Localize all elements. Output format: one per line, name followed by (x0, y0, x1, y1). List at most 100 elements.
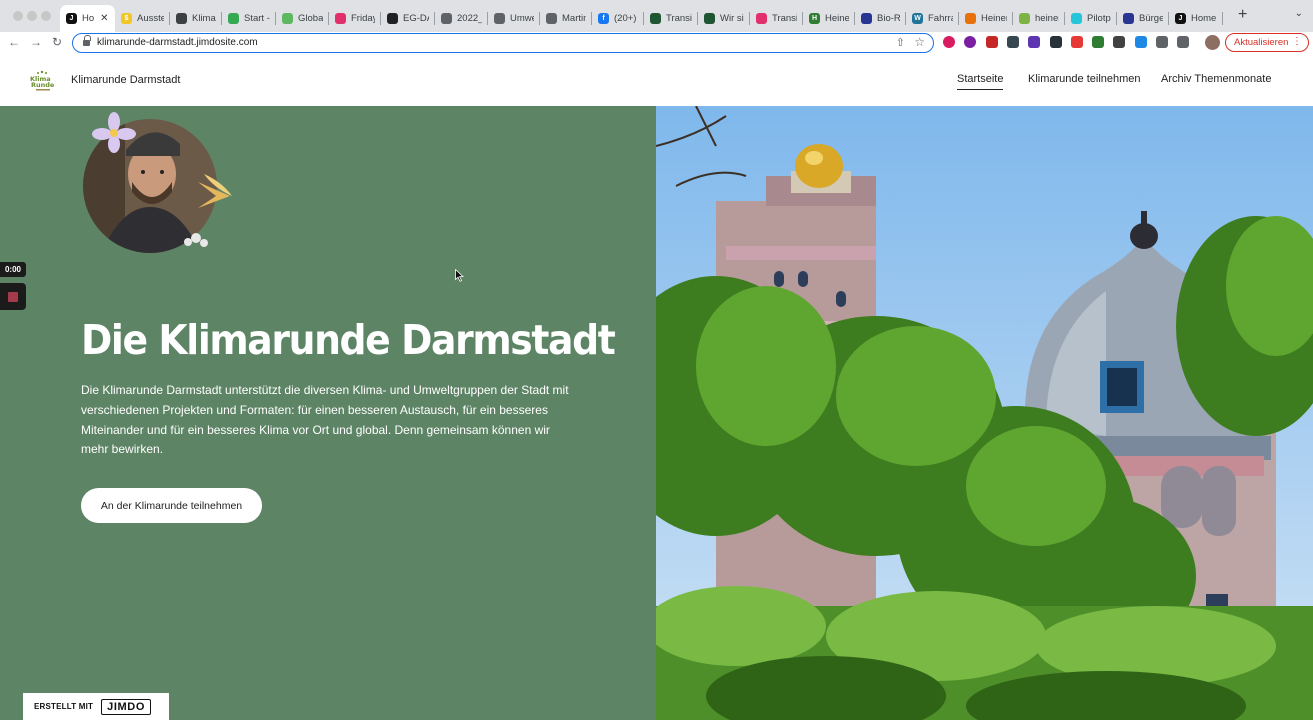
profile-avatar[interactable] (1205, 35, 1220, 50)
extension-icon[interactable] (964, 36, 977, 48)
browser-tab[interactable]: Pilotpr (1065, 5, 1117, 32)
browser-tab[interactable]: Transi (750, 5, 803, 32)
browser-tab[interactable]: Klima (170, 5, 222, 32)
extension-icon[interactable] (1070, 36, 1083, 48)
browser-tab-strip: J Ho ✕ $ Ausste Klima Start - Global Friday EG-DA… (0, 0, 1313, 32)
update-button[interactable]: Aktualisieren ⋮ (1225, 33, 1309, 52)
window-minimize-button[interactable] (27, 11, 37, 21)
jimdo-logo: JIMDO (101, 698, 151, 715)
extension-icon[interactable] (1049, 36, 1062, 48)
close-tab-icon[interactable]: ✕ (100, 13, 108, 24)
stop-recording-button[interactable] (0, 283, 26, 310)
browser-tab-label: 2022_ (457, 13, 482, 24)
browser-tab[interactable]: Bürge (1117, 5, 1169, 32)
back-icon[interactable]: ← (8, 35, 20, 49)
browser-tab[interactable]: 2022_ (435, 5, 488, 32)
globe-icon (494, 13, 505, 24)
browser-tab-label: Ho (82, 13, 95, 24)
browser-tab-label: Pilotpr (1087, 13, 1111, 24)
address-bar[interactable]: klimarunde-darmstadt.jimdosite.com ⇧ ☆ (72, 33, 934, 53)
klimarunde-logo[interactable]: Klima Runde (28, 68, 56, 92)
browser-tab-label: Klima (192, 13, 216, 24)
browser-tab-label: Heiner (981, 13, 1007, 24)
browser-tab[interactable]: $ Ausste (115, 5, 170, 32)
mouse-cursor-icon (455, 269, 464, 282)
browser-tab[interactable]: Global (276, 5, 329, 32)
diamond-icon (387, 13, 398, 24)
browser-tab-label: (20+) (614, 13, 637, 24)
instagram-icon (756, 13, 767, 24)
box-icon (176, 13, 187, 24)
browser-tab-label: heiner (1035, 13, 1059, 24)
photo-icon (965, 13, 976, 24)
nav-klimarunde-teilnehmen[interactable]: Klimarunde teilnehmen (1028, 73, 1141, 85)
extension-icon[interactable] (1092, 36, 1105, 48)
extension-icon[interactable] (1177, 36, 1190, 48)
share-icon[interactable]: ⇧ (896, 36, 905, 49)
bookmark-star-icon[interactable]: ☆ (914, 35, 925, 49)
jimdo-badge[interactable]: ERSTELLT MIT JIMDO (23, 693, 169, 720)
browser-tab[interactable]: EG-DA (381, 5, 435, 32)
webcam-video-bubble[interactable] (80, 112, 242, 257)
extension-icon[interactable] (1156, 36, 1168, 48)
green-circle-icon (282, 13, 293, 24)
browser-tab[interactable]: Friday (329, 5, 381, 32)
browser-tab-label: Transi (666, 13, 692, 24)
extension-icon[interactable] (1028, 36, 1041, 48)
tab-search-chevron-icon[interactable]: ⌄ (1295, 8, 1303, 19)
address-url[interactable]: klimarunde-darmstadt.jimdosite.com (97, 37, 258, 48)
browser-tab[interactable]: Martin (540, 5, 592, 32)
browser-tab[interactable]: heiner (1013, 5, 1065, 32)
person-icon (861, 13, 872, 24)
window-close-button[interactable] (13, 11, 23, 21)
browser-tab-label: Bürge (1139, 13, 1163, 24)
nav-archiv-themenmonate[interactable]: Archiv Themenmonate (1161, 73, 1271, 85)
browser-tab-label: Martin (562, 13, 586, 24)
reload-icon[interactable]: ↻ (52, 35, 62, 49)
window-zoom-button[interactable] (41, 11, 51, 21)
browser-tab[interactable]: W Fahrra (906, 5, 959, 32)
browser-tab[interactable]: Start - (222, 5, 276, 32)
forward-icon[interactable]: → (30, 35, 42, 49)
extension-icon[interactable] (943, 36, 955, 48)
extension-icon[interactable] (1006, 36, 1019, 48)
person-icon (1123, 13, 1134, 24)
browser-tab[interactable]: Bio-Re (855, 5, 906, 32)
browser-tab-label: Transi (772, 13, 797, 24)
browser-tab[interactable]: H Heine (803, 5, 855, 32)
h-icon: H (809, 13, 820, 24)
browser-tab-label: Ausste (137, 13, 164, 24)
wordpress-icon: W (912, 13, 923, 24)
join-klimarunde-button[interactable]: An der Klimarunde teilnehmen (81, 488, 262, 523)
browser-tab-label: Wir sir (720, 13, 744, 24)
update-label: Aktualisieren (1234, 37, 1289, 48)
browser-tab[interactable]: J Ho ✕ (60, 5, 115, 32)
extension-icon[interactable] (1134, 36, 1147, 48)
menu-dots-icon[interactable]: ⋮ (1292, 36, 1302, 47)
extension-icon[interactable] (1113, 36, 1126, 48)
house-icon (1019, 13, 1030, 24)
browser-tab[interactable]: f (20+) (592, 5, 644, 32)
green-circle-icon (228, 13, 239, 24)
facebook-icon: f (598, 13, 609, 24)
browser-tab[interactable]: J Home (1169, 5, 1223, 32)
browser-tab-label: Fahrra (928, 13, 953, 24)
browser-tab[interactable]: Transi (644, 5, 698, 32)
nav-startseite[interactable]: Startseite (957, 73, 1004, 90)
browser-tab[interactable]: Heiner (959, 5, 1013, 32)
browser-tab-label: Friday (351, 13, 375, 24)
browser-tab-label: Global (298, 13, 323, 24)
hero-photo (656, 106, 1313, 720)
jimdo-made-with-label: ERSTELLT MIT (34, 702, 94, 711)
translate-icon (650, 13, 661, 24)
browser-tab[interactable]: Wir sir (698, 5, 750, 32)
new-tab-button[interactable]: + (1238, 6, 1247, 24)
flag-icon (1071, 13, 1082, 24)
browser-toolbar: ← → ↻ klimarunde-darmstadt.jimdosite.com… (0, 32, 1313, 54)
hundertwasser-building-photo (656, 106, 1313, 720)
browser-tab[interactable]: Umwe (488, 5, 540, 32)
hero-description: Die Klimarunde Darmstadt unterstützt die… (81, 383, 569, 457)
site-brand[interactable]: Klimarunde Darmstadt (71, 74, 180, 86)
svg-text:Runde: Runde (31, 81, 55, 89)
extension-icon[interactable] (985, 36, 998, 48)
